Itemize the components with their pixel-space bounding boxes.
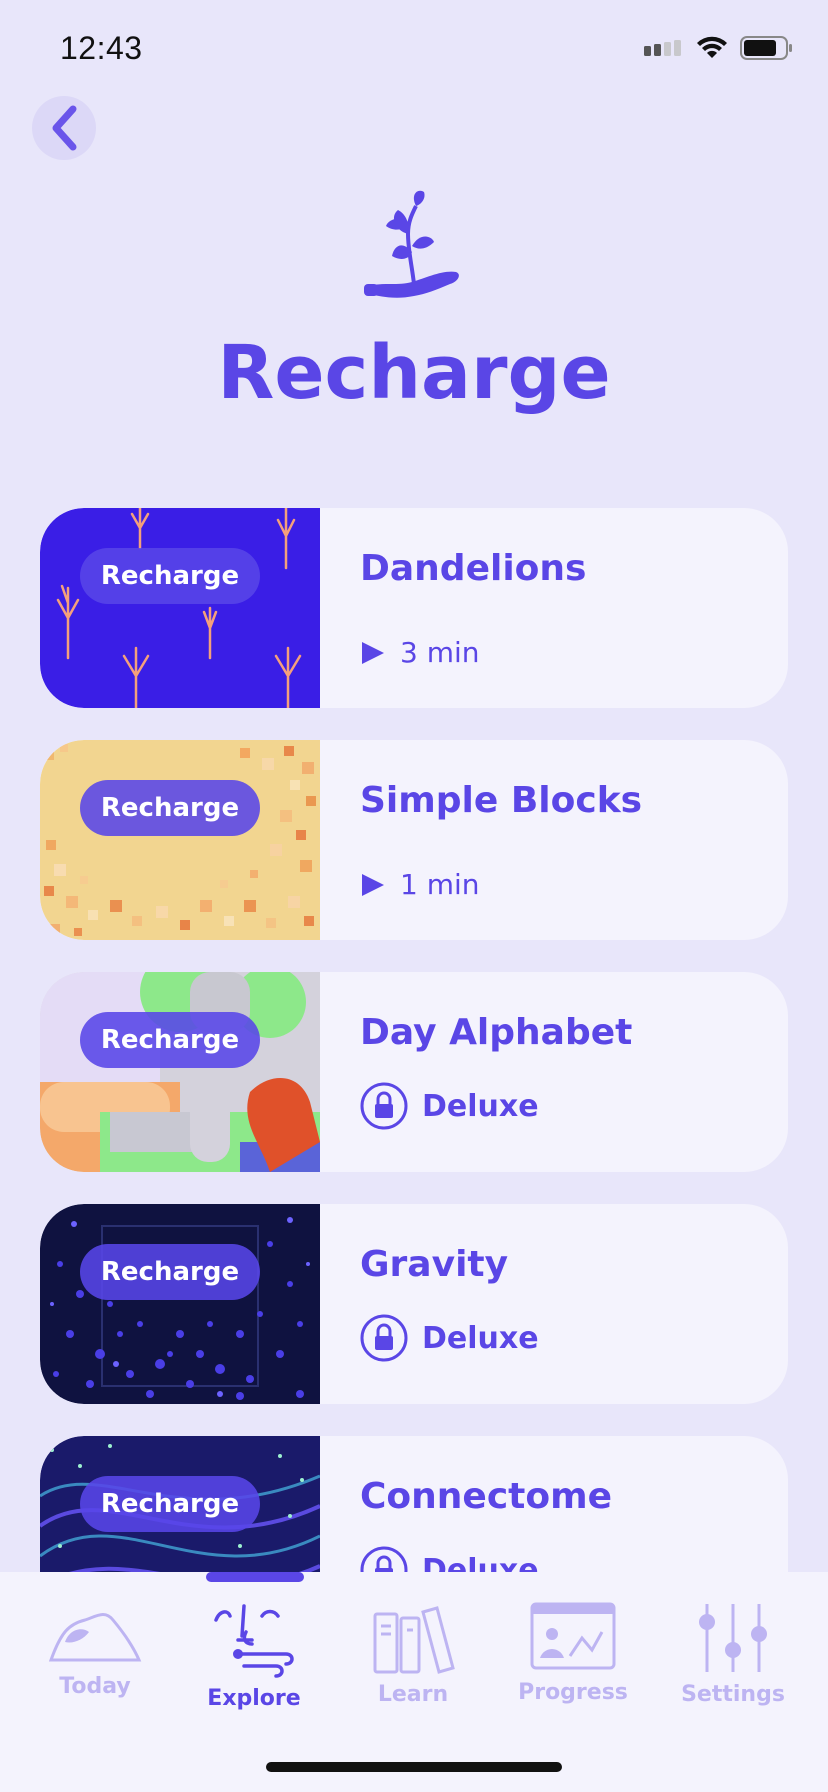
duration-label: 3 min <box>400 636 480 669</box>
tab-bar: Today Explore Learn Progress Settings <box>0 1572 828 1792</box>
connectome-thumbnail: Recharge <box>40 1436 320 1572</box>
activity-card[interactable]: Recharge Connectome Deluxe <box>40 1436 788 1572</box>
activity-card[interactable]: Recharge Dandelions 3 min <box>40 508 788 708</box>
card-duration: 3 min <box>360 636 480 669</box>
deluxe-label: Deluxe <box>422 1552 539 1573</box>
chevron-left-icon <box>52 105 77 151</box>
card-lock-status: Deluxe <box>360 1082 539 1130</box>
lock-icon <box>360 1546 408 1572</box>
home-indicator[interactable] <box>266 1762 562 1772</box>
activity-card[interactable]: Recharge Gravity Deluxe <box>40 1204 788 1404</box>
tab-explore[interactable]: Explore <box>179 1602 329 1722</box>
mountain-icon <box>48 1613 142 1662</box>
activity-card[interactable]: Recharge Day Alphabet Deluxe <box>40 972 788 1172</box>
play-icon <box>362 873 384 896</box>
tab-progress[interactable]: Progress <box>498 1602 648 1722</box>
wifi-icon <box>697 36 727 58</box>
play-icon <box>362 641 384 664</box>
duration-label: 1 min <box>400 868 480 901</box>
tab-label: Settings <box>681 1682 785 1707</box>
sliders-icon <box>699 1604 767 1672</box>
recharge-tag: Recharge <box>80 780 260 836</box>
explore-icon <box>214 1604 294 1678</box>
battery-icon <box>740 36 792 60</box>
activity-card[interactable]: Recharge Simple Blocks 1 min <box>40 740 788 940</box>
card-lock-status: Deluxe <box>360 1314 539 1362</box>
activity-list[interactable]: Recharge Dandelions 3 min Recharge Simpl… <box>40 508 788 1572</box>
tab-learn[interactable]: Learn <box>338 1602 488 1722</box>
tab-settings[interactable]: Settings <box>658 1602 808 1722</box>
deluxe-label: Deluxe <box>422 1088 539 1124</box>
active-tab-indicator <box>206 1572 304 1582</box>
status-time: 12:43 <box>60 30 143 66</box>
card-title: Simple Blocks <box>360 780 643 821</box>
progress-icon <box>530 1602 616 1670</box>
dandelions-thumbnail: Recharge <box>40 508 320 708</box>
gravity-thumbnail: Recharge <box>40 1204 320 1404</box>
status-icons <box>644 36 794 60</box>
page-title: Recharge <box>217 330 611 416</box>
tab-today[interactable]: Today <box>20 1602 170 1722</box>
card-lock-status: Deluxe <box>360 1546 539 1572</box>
tab-label: Progress <box>518 1680 628 1705</box>
day-alphabet-thumbnail: Recharge <box>40 972 320 1172</box>
lock-icon <box>360 1082 408 1130</box>
tab-label: Learn <box>377 1682 449 1707</box>
deluxe-label: Deluxe <box>422 1320 539 1356</box>
card-title: Day Alphabet <box>360 1012 633 1053</box>
card-title: Gravity <box>360 1244 509 1285</box>
lock-icon <box>360 1314 408 1362</box>
tab-label: Explore <box>207 1686 301 1711</box>
card-title: Dandelions <box>360 548 587 589</box>
card-title: Connectome <box>360 1476 613 1517</box>
status-bar: 12:43 <box>0 0 828 100</box>
recharge-tag: Recharge <box>80 1244 260 1300</box>
sprout-hand-icon <box>364 190 459 298</box>
recharge-tag: Recharge <box>80 548 260 604</box>
recharge-tag: Recharge <box>80 1476 260 1532</box>
books-icon <box>373 1606 455 1674</box>
tab-label: Today <box>59 1674 131 1699</box>
back-button[interactable] <box>32 96 96 160</box>
recharge-tag: Recharge <box>80 1012 260 1068</box>
cellular-signal-icon <box>644 40 681 56</box>
card-duration: 1 min <box>360 868 480 901</box>
simple-blocks-thumbnail: Recharge <box>40 740 320 940</box>
